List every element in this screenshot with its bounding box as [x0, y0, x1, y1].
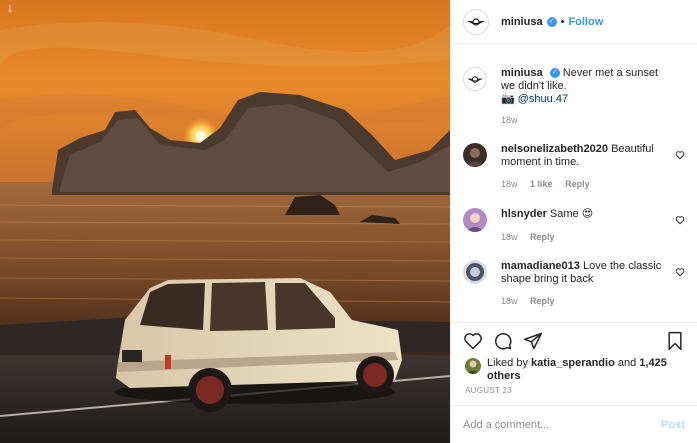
mini-logo-icon [467, 75, 483, 83]
comment-time[interactable]: 18w [501, 232, 518, 242]
liker-avatar[interactable] [465, 358, 481, 374]
comment-text: Same 😍 [549, 208, 594, 220]
comment-username[interactable]: mamadiane013 [501, 260, 580, 272]
sunset-car-image [0, 0, 450, 443]
reply-button[interactable]: Reply [530, 232, 555, 242]
post-side-panel: miniusa ✓ • Follow miniusa ✓ Never met a… [450, 0, 697, 443]
liker-username[interactable]: katia_sperandio [531, 357, 615, 369]
post-date[interactable]: AUGUST 23 [465, 386, 512, 395]
reply-button[interactable]: Reply [530, 296, 555, 306]
liked-by-text: Liked by katia_sperandio and 1,425 other… [487, 357, 677, 383]
reply-button[interactable]: Reply [565, 179, 590, 189]
post-comment-button[interactable]: Post [661, 419, 685, 431]
comment-avatar[interactable] [463, 143, 487, 167]
caption-text-block: miniusa ✓ Never met a sunset we didn't l… [501, 67, 671, 106]
post-photo[interactable]: ↓ [0, 0, 450, 443]
download-arrow-icon[interactable]: ↓ [3, 1, 17, 15]
comment-username[interactable]: hlsnyder [501, 208, 547, 220]
like-comment-heart-icon[interactable] [675, 150, 685, 160]
comment-meta: 18w Reply [501, 296, 565, 306]
verified-badge-icon: ✓ [549, 68, 560, 79]
liked-by-joiner: and [617, 357, 637, 369]
follow-button[interactable]: Follow [568, 16, 603, 28]
verified-badge-icon: ✓ [546, 16, 557, 27]
comment-meta: 18w 1 like Reply [501, 179, 600, 189]
caption-time[interactable]: 18w [501, 115, 518, 125]
comment-time[interactable]: 18w [501, 179, 518, 189]
comment-avatar[interactable] [463, 208, 487, 232]
mini-logo-icon [467, 17, 485, 26]
comment-text-block: mamadiane013 Love the classic shape brin… [501, 260, 671, 286]
like-comment-heart-icon[interactable] [675, 267, 685, 277]
caption-meta: 18w [501, 115, 528, 125]
like-comment-heart-icon[interactable] [675, 215, 685, 225]
miniusa-avatar[interactable] [463, 8, 489, 35]
like-heart-icon[interactable] [463, 331, 483, 351]
liked-by-prefix: Liked by [487, 357, 528, 369]
action-icons-row [463, 331, 685, 353]
comment-bubble-icon[interactable] [493, 331, 513, 351]
post-actions: Liked by katia_sperandio and 1,425 other… [451, 322, 697, 404]
caption-username[interactable]: miniusa [501, 67, 543, 79]
instagram-post: ↓ miniusa ✓ • Follow miniusa ✓ Never met… [0, 0, 697, 443]
comments-list[interactable]: miniusa ✓ Never met a sunset we didn't l… [451, 45, 697, 321]
liked-by: Liked by katia_sperandio and 1,425 other… [465, 357, 677, 383]
comment-time[interactable]: 18w [501, 296, 518, 306]
caption-mention-link[interactable]: @shuu.47 [518, 93, 568, 105]
comment-text-block: hlsnyder Same 😍 [501, 208, 671, 221]
comment-username[interactable]: nelsonelizabeth2020 [501, 143, 608, 155]
add-comment-bar: Post [451, 405, 697, 443]
comment-avatar[interactable] [463, 260, 487, 284]
add-comment-input[interactable] [463, 418, 662, 431]
comment-meta: 18w Reply [501, 232, 565, 242]
caption-avatar[interactable] [463, 67, 487, 91]
share-send-icon[interactable] [523, 331, 543, 351]
post-header: miniusa ✓ • Follow [451, 0, 697, 44]
comment-text-block: nelsonelizabeth2020 Beautiful moment in … [501, 143, 671, 169]
comment-likes-count[interactable]: 1 like [530, 179, 553, 189]
save-bookmark-icon[interactable] [665, 331, 685, 351]
header-username[interactable]: miniusa [501, 16, 543, 28]
camera-icon: 📷 [501, 93, 515, 105]
header-separator: • [560, 15, 565, 28]
